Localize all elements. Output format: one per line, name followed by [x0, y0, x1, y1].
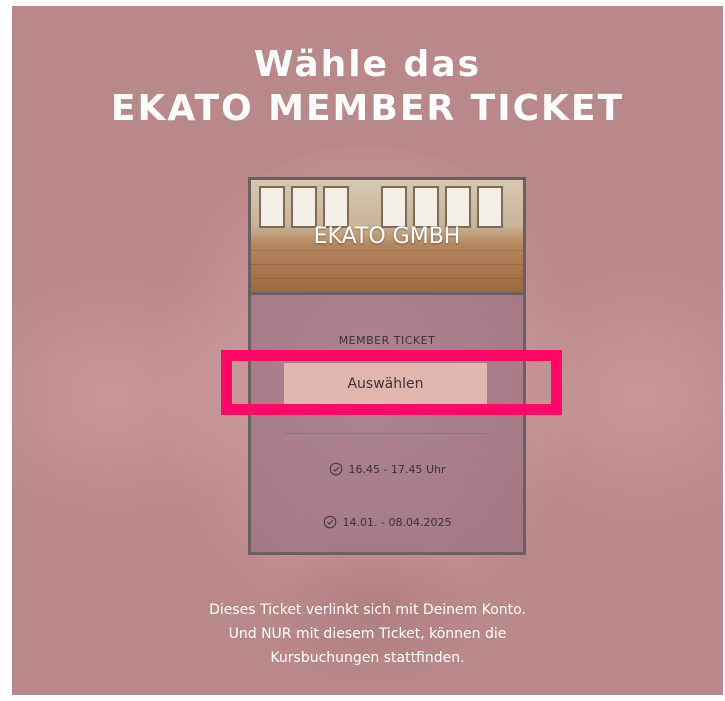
- page-title-line2: EKATO MEMBER TICKET: [110, 88, 625, 129]
- window-decoration: [445, 186, 471, 228]
- footer-text: Dieses Ticket verlinkt sich mit Deinem K…: [12, 598, 723, 670]
- floor-line: [251, 264, 523, 265]
- footer-line3: Kursbuchungen stattfinden.: [270, 650, 465, 666]
- window-decoration: [323, 186, 349, 228]
- check-circle-icon: [329, 462, 343, 476]
- card-image: EKATO GMBH: [251, 180, 523, 295]
- footer-line1: Dieses Ticket verlinkt sich mit Deinem K…: [209, 602, 526, 618]
- page-title-line1: Wähle das: [253, 44, 482, 85]
- date-range: 14.01. - 08.04.2025: [342, 515, 452, 529]
- window-decoration: [259, 186, 285, 228]
- window-decoration: [477, 186, 503, 228]
- floor-line: [251, 278, 523, 279]
- footer-line2: Und NUR mit diesem Ticket, können die: [228, 626, 507, 642]
- divider: [284, 433, 487, 434]
- page-background: Wähle das EKATO MEMBER TICKET EKATO GMBH…: [12, 6, 723, 695]
- select-button[interactable]: Auswählen: [284, 363, 487, 404]
- floor-line: [251, 250, 523, 251]
- card-image-label: EKATO GMBH: [313, 224, 461, 249]
- time-info: 16.45 - 17.45 Uhr: [251, 462, 523, 476]
- window-decoration: [381, 186, 407, 228]
- window-decoration: [413, 186, 439, 228]
- window-decoration: [291, 186, 317, 228]
- ticket-card: EKATO GMBH MEMBER TICKET Auswählen 16.45…: [248, 177, 526, 555]
- time-range: 16.45 - 17.45 Uhr: [348, 462, 446, 476]
- date-info: 14.01. - 08.04.2025: [251, 515, 523, 529]
- ticket-type-label: MEMBER TICKET: [338, 334, 436, 347]
- check-circle-icon: [323, 515, 337, 529]
